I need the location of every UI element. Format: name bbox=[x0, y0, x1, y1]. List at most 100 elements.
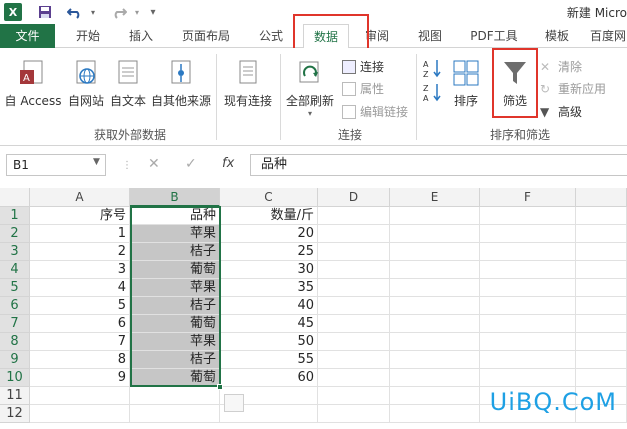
cell-g7[interactable] bbox=[576, 315, 627, 333]
cell-f6[interactable] bbox=[480, 297, 576, 315]
cell-f3[interactable] bbox=[480, 243, 576, 261]
cell-f5[interactable] bbox=[480, 279, 576, 297]
save-icon[interactable] bbox=[34, 3, 56, 21]
cell-b12[interactable] bbox=[130, 405, 220, 423]
cancel-icon[interactable]: ✕ bbox=[148, 156, 160, 172]
cell-a9[interactable]: 8 bbox=[30, 351, 130, 369]
cell-g9[interactable] bbox=[576, 351, 627, 369]
cell-c5[interactable]: 35 bbox=[220, 279, 318, 297]
redo-dropdown-icon[interactable]: ▾ bbox=[132, 3, 142, 21]
cell-d9[interactable] bbox=[318, 351, 390, 369]
cell-e5[interactable] bbox=[390, 279, 480, 297]
column-header-d[interactable]: D bbox=[318, 188, 390, 207]
cell-c3[interactable]: 25 bbox=[220, 243, 318, 261]
cell-e1[interactable] bbox=[390, 207, 480, 225]
cell-b2[interactable]: 苹果 bbox=[130, 225, 220, 243]
row-header-9[interactable]: 9 bbox=[0, 351, 30, 369]
from-web-button[interactable]: 自网站 bbox=[64, 58, 108, 109]
cell-b5[interactable]: 苹果 bbox=[130, 279, 220, 297]
cell-c8[interactable]: 50 bbox=[220, 333, 318, 351]
formula-input[interactable]: 品种 bbox=[250, 154, 627, 176]
cell-e7[interactable] bbox=[390, 315, 480, 333]
cell-d6[interactable] bbox=[318, 297, 390, 315]
customize-quick-access-icon[interactable]: ▾ bbox=[146, 3, 160, 21]
cell-b1[interactable]: 品种 bbox=[130, 207, 220, 225]
cell-b10[interactable]: 葡萄 bbox=[130, 369, 220, 387]
cell-a1[interactable]: 序号 bbox=[30, 207, 130, 225]
row-header-12[interactable]: 12 bbox=[0, 405, 30, 423]
cell-b7[interactable]: 葡萄 bbox=[130, 315, 220, 333]
row-header-4[interactable]: 4 bbox=[0, 261, 30, 279]
cell-f4[interactable] bbox=[480, 261, 576, 279]
column-header-e[interactable]: E bbox=[390, 188, 480, 207]
tab-view[interactable]: 视图 bbox=[409, 24, 451, 48]
row-header-3[interactable]: 3 bbox=[0, 243, 30, 261]
cell-d5[interactable] bbox=[318, 279, 390, 297]
cell-d3[interactable] bbox=[318, 243, 390, 261]
cell-d4[interactable] bbox=[318, 261, 390, 279]
name-box[interactable]: B1 bbox=[6, 154, 106, 176]
name-box-dropdown-icon[interactable]: ▼ bbox=[93, 157, 100, 167]
insert-function-icon[interactable]: fx bbox=[222, 156, 234, 171]
cell-e8[interactable] bbox=[390, 333, 480, 351]
existing-connections-button[interactable]: 现有连接 bbox=[220, 58, 276, 109]
column-header-a[interactable]: A bbox=[30, 188, 130, 207]
cell-g10[interactable] bbox=[576, 369, 627, 387]
cell-d7[interactable] bbox=[318, 315, 390, 333]
cell-f8[interactable] bbox=[480, 333, 576, 351]
undo-icon[interactable] bbox=[64, 3, 86, 21]
row-header-5[interactable]: 5 bbox=[0, 279, 30, 297]
column-header-f[interactable]: F bbox=[480, 188, 576, 207]
cell-a3[interactable]: 2 bbox=[30, 243, 130, 261]
fill-handle[interactable] bbox=[217, 384, 223, 390]
edit-links-button[interactable]: 编辑链接 bbox=[342, 103, 408, 120]
cell-g3[interactable] bbox=[576, 243, 627, 261]
tab-insert[interactable]: 插入 bbox=[120, 24, 162, 48]
tab-page-layout[interactable]: 页面布局 bbox=[176, 24, 236, 48]
cell-b3[interactable]: 桔子 bbox=[130, 243, 220, 261]
tab-baidu[interactable]: 百度网 bbox=[590, 24, 627, 48]
cell-c1[interactable]: 数量/斤 bbox=[220, 207, 318, 225]
undo-dropdown-icon[interactable]: ▾ bbox=[88, 3, 98, 21]
cell-c7[interactable]: 45 bbox=[220, 315, 318, 333]
cell-a7[interactable]: 6 bbox=[30, 315, 130, 333]
quick-analysis-icon[interactable] bbox=[224, 394, 244, 412]
cell-a10[interactable]: 9 bbox=[30, 369, 130, 387]
select-all-corner[interactable] bbox=[0, 188, 30, 207]
refresh-all-button[interactable]: 全部刷新 ▾ bbox=[284, 58, 336, 118]
row-header-11[interactable]: 11 bbox=[0, 387, 30, 405]
cell-f2[interactable] bbox=[480, 225, 576, 243]
cell-a5[interactable]: 4 bbox=[30, 279, 130, 297]
row-header-10[interactable]: 10 bbox=[0, 369, 30, 387]
cell-c2[interactable]: 20 bbox=[220, 225, 318, 243]
cell-f9[interactable] bbox=[480, 351, 576, 369]
cell-a6[interactable]: 5 bbox=[30, 297, 130, 315]
tab-pdf-tools[interactable]: PDF工具 bbox=[464, 24, 524, 48]
enter-icon[interactable]: ✓ bbox=[185, 156, 197, 172]
column-header-b[interactable]: B bbox=[130, 188, 220, 207]
reapply-button[interactable]: ↻ 重新应用 bbox=[540, 80, 606, 97]
clear-button[interactable]: ✕ 清除 bbox=[540, 58, 582, 75]
row-header-2[interactable]: 2 bbox=[0, 225, 30, 243]
row-header-1[interactable]: 1 bbox=[0, 207, 30, 225]
cell-a11[interactable] bbox=[30, 387, 130, 405]
cell-d10[interactable] bbox=[318, 369, 390, 387]
cell-e11[interactable] bbox=[390, 387, 480, 405]
cell-b8[interactable]: 苹果 bbox=[130, 333, 220, 351]
tab-formulas[interactable]: 公式 bbox=[250, 24, 292, 48]
connections-button[interactable]: 连接 bbox=[342, 58, 384, 75]
cell-f7[interactable] bbox=[480, 315, 576, 333]
cell-a2[interactable]: 1 bbox=[30, 225, 130, 243]
cell-e2[interactable] bbox=[390, 225, 480, 243]
cell-c6[interactable]: 40 bbox=[220, 297, 318, 315]
cell-b6[interactable]: 桔子 bbox=[130, 297, 220, 315]
column-header-g[interactable] bbox=[576, 188, 627, 207]
cell-c10[interactable]: 60 bbox=[220, 369, 318, 387]
cell-d12[interactable] bbox=[318, 405, 390, 423]
cell-g6[interactable] bbox=[576, 297, 627, 315]
cell-e4[interactable] bbox=[390, 261, 480, 279]
cell-g8[interactable] bbox=[576, 333, 627, 351]
from-other-sources-button[interactable]: 自其他来源 bbox=[148, 58, 214, 109]
cell-c9[interactable]: 55 bbox=[220, 351, 318, 369]
sort-descending-button[interactable]: ZA bbox=[422, 82, 444, 105]
